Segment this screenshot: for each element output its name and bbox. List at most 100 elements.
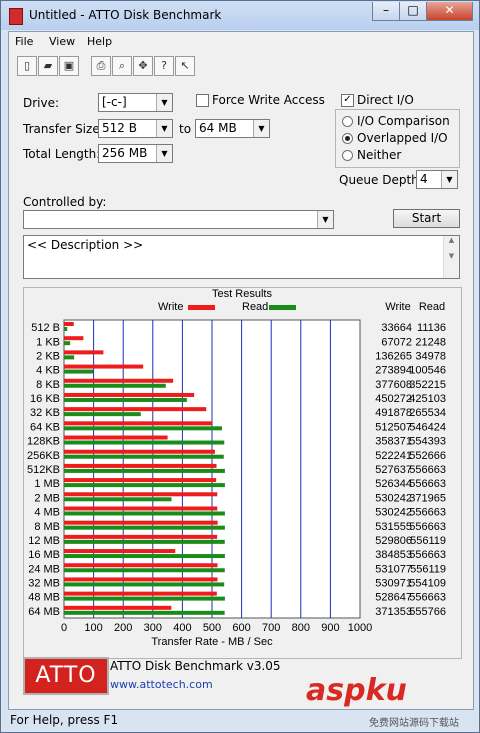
read-value: 265534: [409, 407, 446, 419]
bar-write: [64, 506, 218, 511]
controlled-by-select[interactable]: ▼: [23, 210, 334, 229]
bar-write: [64, 520, 218, 525]
bar-write: [64, 463, 217, 468]
category-label: 32 KB: [30, 407, 60, 419]
bar-write: [64, 563, 218, 568]
write-value: 136265: [375, 350, 412, 362]
read-value: 552666: [409, 450, 446, 462]
x-tick-label: 900: [321, 622, 339, 634]
drive-select[interactable]: [-c-] ▼: [98, 93, 173, 112]
bar-read: [64, 454, 224, 459]
x-tick-label: 800: [292, 622, 310, 634]
io-comparison-radio[interactable]: [342, 116, 353, 127]
menu-help[interactable]: Help: [87, 35, 112, 48]
start-button[interactable]: Start: [393, 209, 460, 228]
bar-write: [64, 549, 176, 554]
app-icon: [9, 8, 23, 25]
chart-title: Test Results: [212, 288, 272, 300]
transfer-size-to-select[interactable]: 64 MB ▼: [195, 119, 270, 138]
close-button[interactable]: ✕: [426, 2, 473, 21]
write-column-header: Write: [385, 301, 410, 313]
write-value: 377608: [375, 379, 412, 391]
x-axis-label: Transfer Rate - MB / Sec: [151, 636, 273, 648]
bar-read: [64, 341, 71, 346]
application-window: Untitled - ATTO Disk Benchmark – □ ✕ Fil…: [0, 0, 480, 733]
bar-read: [64, 610, 225, 615]
bar-write: [64, 577, 218, 582]
print-preview-icon[interactable]: ⌕: [112, 56, 132, 76]
legend-swatch-write: [188, 305, 215, 310]
category-label: 128KB: [27, 436, 60, 448]
bar-write: [64, 378, 174, 383]
context-help-icon[interactable]: ↖: [175, 56, 195, 76]
watermark: aspku: [306, 673, 407, 708]
transfer-to-label: to: [179, 122, 192, 136]
print-icon[interactable]: ⎙: [91, 56, 111, 76]
read-value: 425103: [409, 393, 446, 405]
write-value: 522241: [375, 450, 412, 462]
menu-file[interactable]: File: [15, 35, 33, 48]
transfer-size-from-select[interactable]: 512 B ▼: [98, 119, 173, 138]
description-textbox[interactable]: << Description >> ▲ ▼: [23, 235, 460, 279]
write-value: 531077: [375, 563, 412, 575]
chevron-down-icon: ▼: [156, 120, 172, 137]
write-value: 530242: [375, 507, 412, 519]
maximize-button[interactable]: □: [399, 2, 427, 21]
menu-view[interactable]: View: [49, 35, 75, 48]
bar-write: [64, 392, 195, 397]
bar-read: [64, 412, 141, 417]
category-label: 1 MB: [34, 478, 60, 490]
chevron-down-icon: ▼: [253, 120, 269, 137]
read-value: 21248: [415, 336, 446, 348]
bar-read: [64, 539, 225, 544]
bar-read: [64, 369, 94, 374]
total-length-label: Total Length:: [23, 147, 101, 161]
read-value: 11136: [417, 322, 446, 334]
save-icon[interactable]: ▣: [59, 56, 79, 76]
product-name: ATTO Disk Benchmark v3.05: [110, 659, 281, 673]
controlled-by-label: Controlled by:: [23, 195, 107, 209]
read-value: 352215: [409, 379, 446, 391]
move-icon[interactable]: ✥: [133, 56, 153, 76]
window-title: Untitled - ATTO Disk Benchmark: [29, 8, 222, 22]
queue-depth-label: Queue Depth:: [339, 173, 423, 187]
neither-label: Neither: [357, 148, 402, 162]
help-icon[interactable]: ?: [154, 56, 174, 76]
category-label: 12 MB: [28, 535, 60, 547]
description-scrollbar[interactable]: ▲ ▼: [443, 236, 459, 278]
bar-write: [64, 492, 218, 497]
queue-depth-select[interactable]: 4 ▼: [416, 170, 458, 189]
force-write-checkbox[interactable]: [196, 94, 209, 107]
bar-read: [64, 511, 225, 516]
title-bar[interactable]: Untitled - ATTO Disk Benchmark – □ ✕: [1, 1, 479, 30]
minimize-button[interactable]: –: [372, 2, 400, 21]
bar-write: [64, 322, 74, 326]
category-label: 64 MB: [28, 606, 60, 618]
total-length-select[interactable]: 256 MB ▼: [98, 144, 173, 163]
read-value: 371965: [409, 492, 446, 504]
atto-website-link[interactable]: www.attotech.com: [110, 678, 213, 691]
write-value: 33664: [381, 322, 412, 334]
bar-read: [64, 355, 75, 360]
new-icon[interactable]: ▯: [17, 56, 37, 76]
write-value: 358371: [375, 436, 412, 448]
x-tick-label: 1000: [348, 622, 372, 634]
bar-read: [64, 596, 225, 601]
status-text: For Help, press F1: [10, 713, 119, 727]
open-icon[interactable]: ▰: [38, 56, 58, 76]
write-value: 530971: [375, 578, 412, 590]
read-column-header: Read: [419, 301, 445, 313]
neither-radio[interactable]: [342, 150, 353, 161]
x-tick-label: 300: [144, 622, 162, 634]
x-tick-label: 200: [114, 622, 132, 634]
x-tick-label: 0: [61, 622, 67, 634]
overlapped-io-radio[interactable]: [342, 133, 353, 144]
write-value: 528647: [375, 592, 412, 604]
category-label: 4 MB: [34, 507, 60, 519]
chevron-down-icon: ▼: [441, 171, 457, 188]
bar-write: [64, 478, 217, 483]
category-label: 512KB: [27, 464, 60, 476]
transfer-size-label: Transfer Size:: [23, 122, 104, 136]
direct-io-checkbox[interactable]: ✓: [341, 94, 354, 107]
category-label: 8 KB: [36, 379, 60, 391]
